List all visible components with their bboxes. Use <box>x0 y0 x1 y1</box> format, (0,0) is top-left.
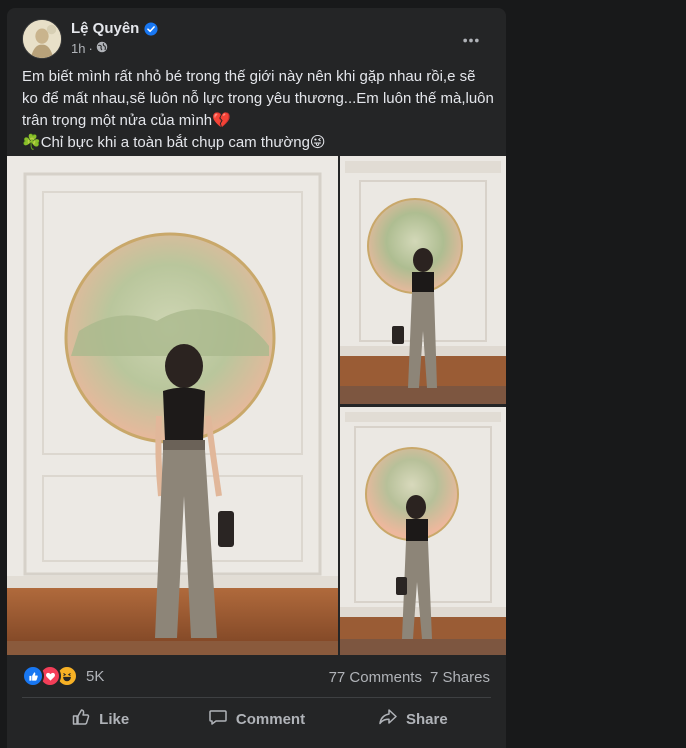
author-name[interactable]: Lệ Quyên <box>71 20 139 37</box>
photo-top-right[interactable] <box>340 156 506 404</box>
photo-bottom-right[interactable] <box>340 407 506 655</box>
reaction-count: 5K <box>86 667 105 685</box>
like-button[interactable]: Like <box>22 701 178 737</box>
share-label: Share <box>405 710 448 728</box>
comment-icon <box>208 707 228 731</box>
author-name-row: Lệ Quyên <box>71 20 158 37</box>
post-time[interactable]: 1h <box>71 41 85 56</box>
share-icon <box>378 707 398 731</box>
photo-main[interactable] <box>7 156 338 655</box>
post-text-line2: ☘️Chỉ bực khi a toàn bắt chụp cam thường… <box>22 132 494 154</box>
shares-count[interactable]: 7 Shares <box>430 669 490 686</box>
globe-icon <box>96 41 108 56</box>
post-text-line1: Em biết mình rất nhỏ bé trong thế giới n… <box>22 68 494 129</box>
comments-count[interactable]: 77 Comments <box>329 669 422 686</box>
post-card: Lệ Quyên 1h · Em biết mình rất nhỏ bé tr… <box>7 8 506 748</box>
reactions-summary[interactable]: 5K <box>22 665 104 687</box>
like-icon <box>71 707 91 731</box>
post-stats: 5K 77 Comments 7 Shares <box>7 663 506 691</box>
share-button[interactable]: Share <box>335 701 491 737</box>
post-meta: 1h · <box>71 41 108 56</box>
post-actions: Like Comment Share <box>22 701 491 737</box>
post-text-line2-content: Chỉ bực khi a toàn bắt chụp cam thường😜 <box>40 134 326 151</box>
verified-badge-icon <box>144 21 158 36</box>
engagement-counts: 77 Comments 7 Shares <box>329 669 490 686</box>
post-header: Lệ Quyên 1h · <box>7 8 506 68</box>
comment-button[interactable]: Comment <box>178 701 334 737</box>
post-text: Em biết mình rất nhỏ bé trong thế giới n… <box>22 66 494 154</box>
like-reaction-icon <box>22 665 44 687</box>
photo-gallery <box>7 156 506 655</box>
clover-emoji: ☘️ <box>22 134 41 151</box>
more-options-icon[interactable] <box>455 24 487 56</box>
comment-label: Comment <box>235 710 306 728</box>
avatar[interactable] <box>22 19 62 59</box>
like-label: Like <box>99 710 130 728</box>
actions-divider <box>22 697 491 698</box>
